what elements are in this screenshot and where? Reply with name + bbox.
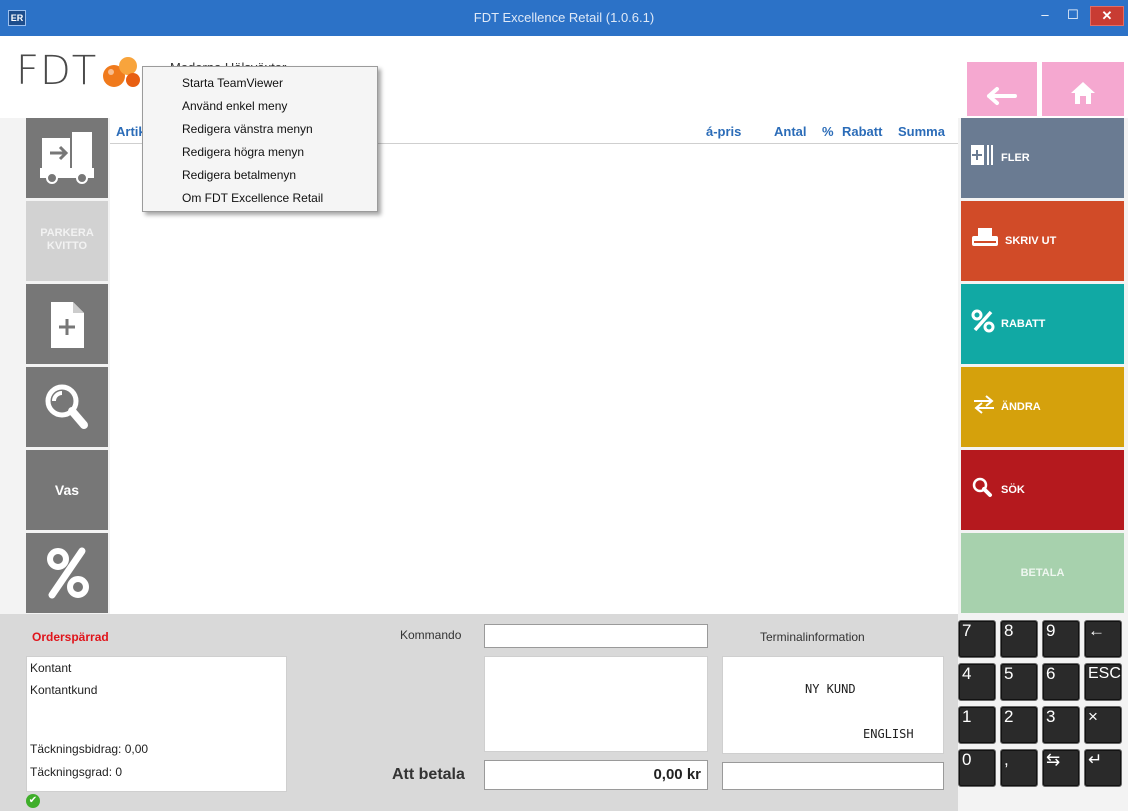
key-comma[interactable]: , (1000, 749, 1038, 787)
order-status: Orderspärrad (32, 630, 109, 644)
key-5[interactable]: 5 (1000, 663, 1038, 701)
delivery-button[interactable] (26, 118, 108, 198)
key-6[interactable]: 6 (1042, 663, 1080, 701)
more-label: FLER (1001, 152, 1030, 164)
menu-item-edit-left-menu[interactable]: Redigera vänstra menyn (144, 118, 376, 140)
menu-item-about[interactable]: Om FDT Excellence Retail (144, 187, 376, 209)
more-icon (971, 143, 993, 173)
discount-button[interactable]: RABATT (961, 284, 1124, 364)
command-output-panel (484, 656, 708, 752)
park-receipt-label: PARKERA KVITTO (40, 227, 94, 252)
key-8[interactable]: 8 (1000, 620, 1038, 658)
column-discount[interactable]: Rabatt (842, 124, 882, 139)
key-enter[interactable]: ↵ (1084, 749, 1122, 787)
terminal-info-panel: NY KUND ENGLISH (722, 656, 944, 754)
new-document-button[interactable] (26, 284, 108, 364)
home-icon (1071, 82, 1095, 104)
menu-item-edit-right-menu[interactable]: Redigera högra menyn (144, 141, 376, 163)
vas-label: Vas (54, 482, 80, 498)
search-left-button[interactable] (26, 367, 108, 447)
key-4[interactable]: 4 (958, 663, 996, 701)
menu-item-edit-pay-menu[interactable]: Redigera betalmenyn (144, 164, 376, 186)
search-button[interactable]: SÖK (961, 450, 1124, 530)
back-button[interactable] (967, 62, 1037, 116)
terminal-line: ENGLISH (863, 727, 914, 741)
more-button[interactable]: FLER (961, 118, 1124, 198)
key-2[interactable]: 2 (1000, 706, 1038, 744)
search-icon (45, 384, 88, 429)
vas-button[interactable]: Vas (26, 450, 108, 530)
margin-rate: Täckningsgrad: 0 (30, 765, 123, 779)
customer-info-panel: Kontant Kontantkund Täckningsbidrag: 0,0… (26, 656, 287, 792)
close-button[interactable]: ✕ (1090, 6, 1124, 26)
menu-item-teamviewer[interactable]: Starta TeamViewer (144, 72, 376, 94)
park-receipt-button[interactable]: PARKERA KVITTO (26, 201, 108, 281)
key-3[interactable]: 3 (1042, 706, 1080, 744)
percent-icon (47, 547, 89, 599)
numpad: 7 8 9 ← 4 5 6 ESC 1 2 3 × 0 , ⇆ ↵ (958, 620, 1128, 795)
search-label: SÖK (1001, 484, 1025, 496)
key-multiply[interactable]: × (1084, 706, 1122, 744)
command-label: Kommando (400, 628, 462, 642)
key-9[interactable]: 9 (1042, 620, 1080, 658)
customer-line: Kontant (30, 661, 72, 675)
key-backspace[interactable]: ← (1084, 620, 1122, 658)
percent-icon (971, 309, 995, 339)
terminal-info-label: Terminalinformation (760, 630, 865, 644)
context-menu: Starta TeamViewer Använd enkel meny Redi… (142, 66, 378, 212)
contribution-margin: Täckningsbidrag: 0,00 (30, 742, 149, 756)
minimize-button[interactable]: – (1032, 6, 1058, 26)
key-7[interactable]: 7 (958, 620, 996, 658)
key-tab[interactable]: ⇆ (1042, 749, 1080, 787)
new-document-icon (51, 302, 84, 348)
bottom-panel: Orderspärrad Kontant Kontantkund Täcknin… (0, 614, 958, 811)
print-button[interactable]: SKRIV UT (961, 201, 1124, 281)
pay-label: BETALA (1020, 567, 1065, 579)
status-ok-icon: ✔ (26, 794, 40, 808)
title-bar: ER FDT Excellence Retail (1.0.6.1) – ☐ ✕ (0, 0, 1128, 36)
key-0[interactable]: 0 (958, 749, 996, 787)
amount-due-value: 0,00 kr (484, 760, 708, 790)
amount-due-label: Att betala (392, 766, 465, 783)
arrow-left-icon (987, 87, 1017, 105)
change-label: ÄNDRA (1001, 401, 1041, 413)
column-sum[interactable]: Summa (898, 124, 945, 139)
key-escape[interactable]: ESC (1084, 663, 1122, 701)
discount-left-button[interactable] (26, 533, 108, 613)
terminal-line: NY KUND (805, 682, 856, 696)
terminal-input[interactable] (722, 762, 944, 790)
discount-label: RABATT (1001, 318, 1046, 330)
column-quantity[interactable]: Antal (774, 124, 807, 139)
swap-icon (971, 394, 997, 420)
maximize-button[interactable]: ☐ (1060, 6, 1086, 26)
menu-item-simple-menu[interactable]: Använd enkel meny (144, 95, 376, 117)
search-icon (971, 476, 993, 504)
command-input[interactable] (484, 624, 708, 648)
logo-icon[interactable] (100, 52, 146, 92)
window-title: FDT Excellence Retail (1.0.6.1) (473, 10, 655, 25)
column-percent[interactable]: % (822, 124, 834, 139)
customer-line: Kontantkund (30, 683, 98, 697)
print-label: SKRIV UT (1005, 235, 1057, 247)
pay-button[interactable]: BETALA (961, 533, 1124, 613)
column-unit-price[interactable]: á-pris (706, 124, 741, 139)
truck-icon (40, 132, 94, 184)
key-1[interactable]: 1 (958, 706, 996, 744)
logo-text[interactable]: FDT (16, 48, 97, 94)
change-button[interactable]: ÄNDRA (961, 367, 1124, 447)
home-button[interactable] (1042, 62, 1124, 116)
printer-icon (971, 227, 999, 255)
